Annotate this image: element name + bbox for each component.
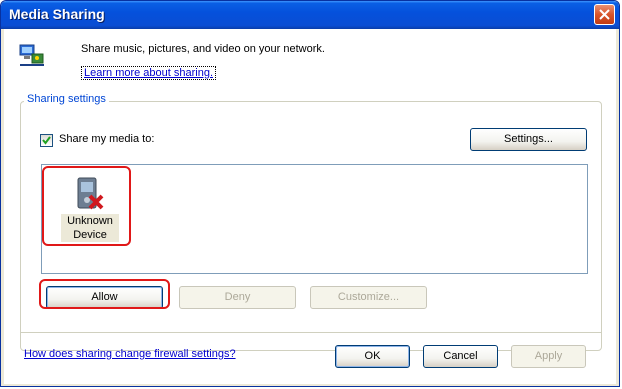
apply-button[interactable]: Apply: [511, 345, 586, 368]
sharing-settings-label: Sharing settings: [24, 93, 109, 105]
dialog-body: Share music, pictures, and video on your…: [4, 29, 616, 384]
title-bar[interactable]: Media Sharing: [1, 1, 619, 29]
window-title: Media Sharing: [9, 6, 105, 22]
allow-highlight: [39, 279, 170, 309]
media-sharing-icon: [19, 44, 44, 66]
deny-button[interactable]: Deny: [179, 286, 296, 309]
share-media-label[interactable]: Share my media to:: [59, 133, 154, 145]
learn-more-link[interactable]: Learn more about sharing.: [81, 66, 217, 80]
firewall-settings-link[interactable]: How does sharing change firewall setting…: [24, 348, 236, 360]
settings-button[interactable]: Settings...: [470, 128, 587, 151]
close-button[interactable]: [594, 4, 615, 25]
footer-separator: [20, 332, 602, 333]
media-sharing-dialog: Media Sharing Share music, pictures, and…: [0, 0, 620, 387]
header-description: Share music, pictures, and video on your…: [81, 43, 325, 55]
close-icon: [599, 9, 610, 20]
share-media-checkbox[interactable]: [40, 134, 53, 147]
ok-button[interactable]: OK: [335, 345, 410, 368]
cancel-button[interactable]: Cancel: [423, 345, 498, 368]
customize-button[interactable]: Customize...: [310, 286, 427, 309]
checkmark-icon: [42, 136, 51, 145]
device-highlight: [42, 166, 131, 246]
